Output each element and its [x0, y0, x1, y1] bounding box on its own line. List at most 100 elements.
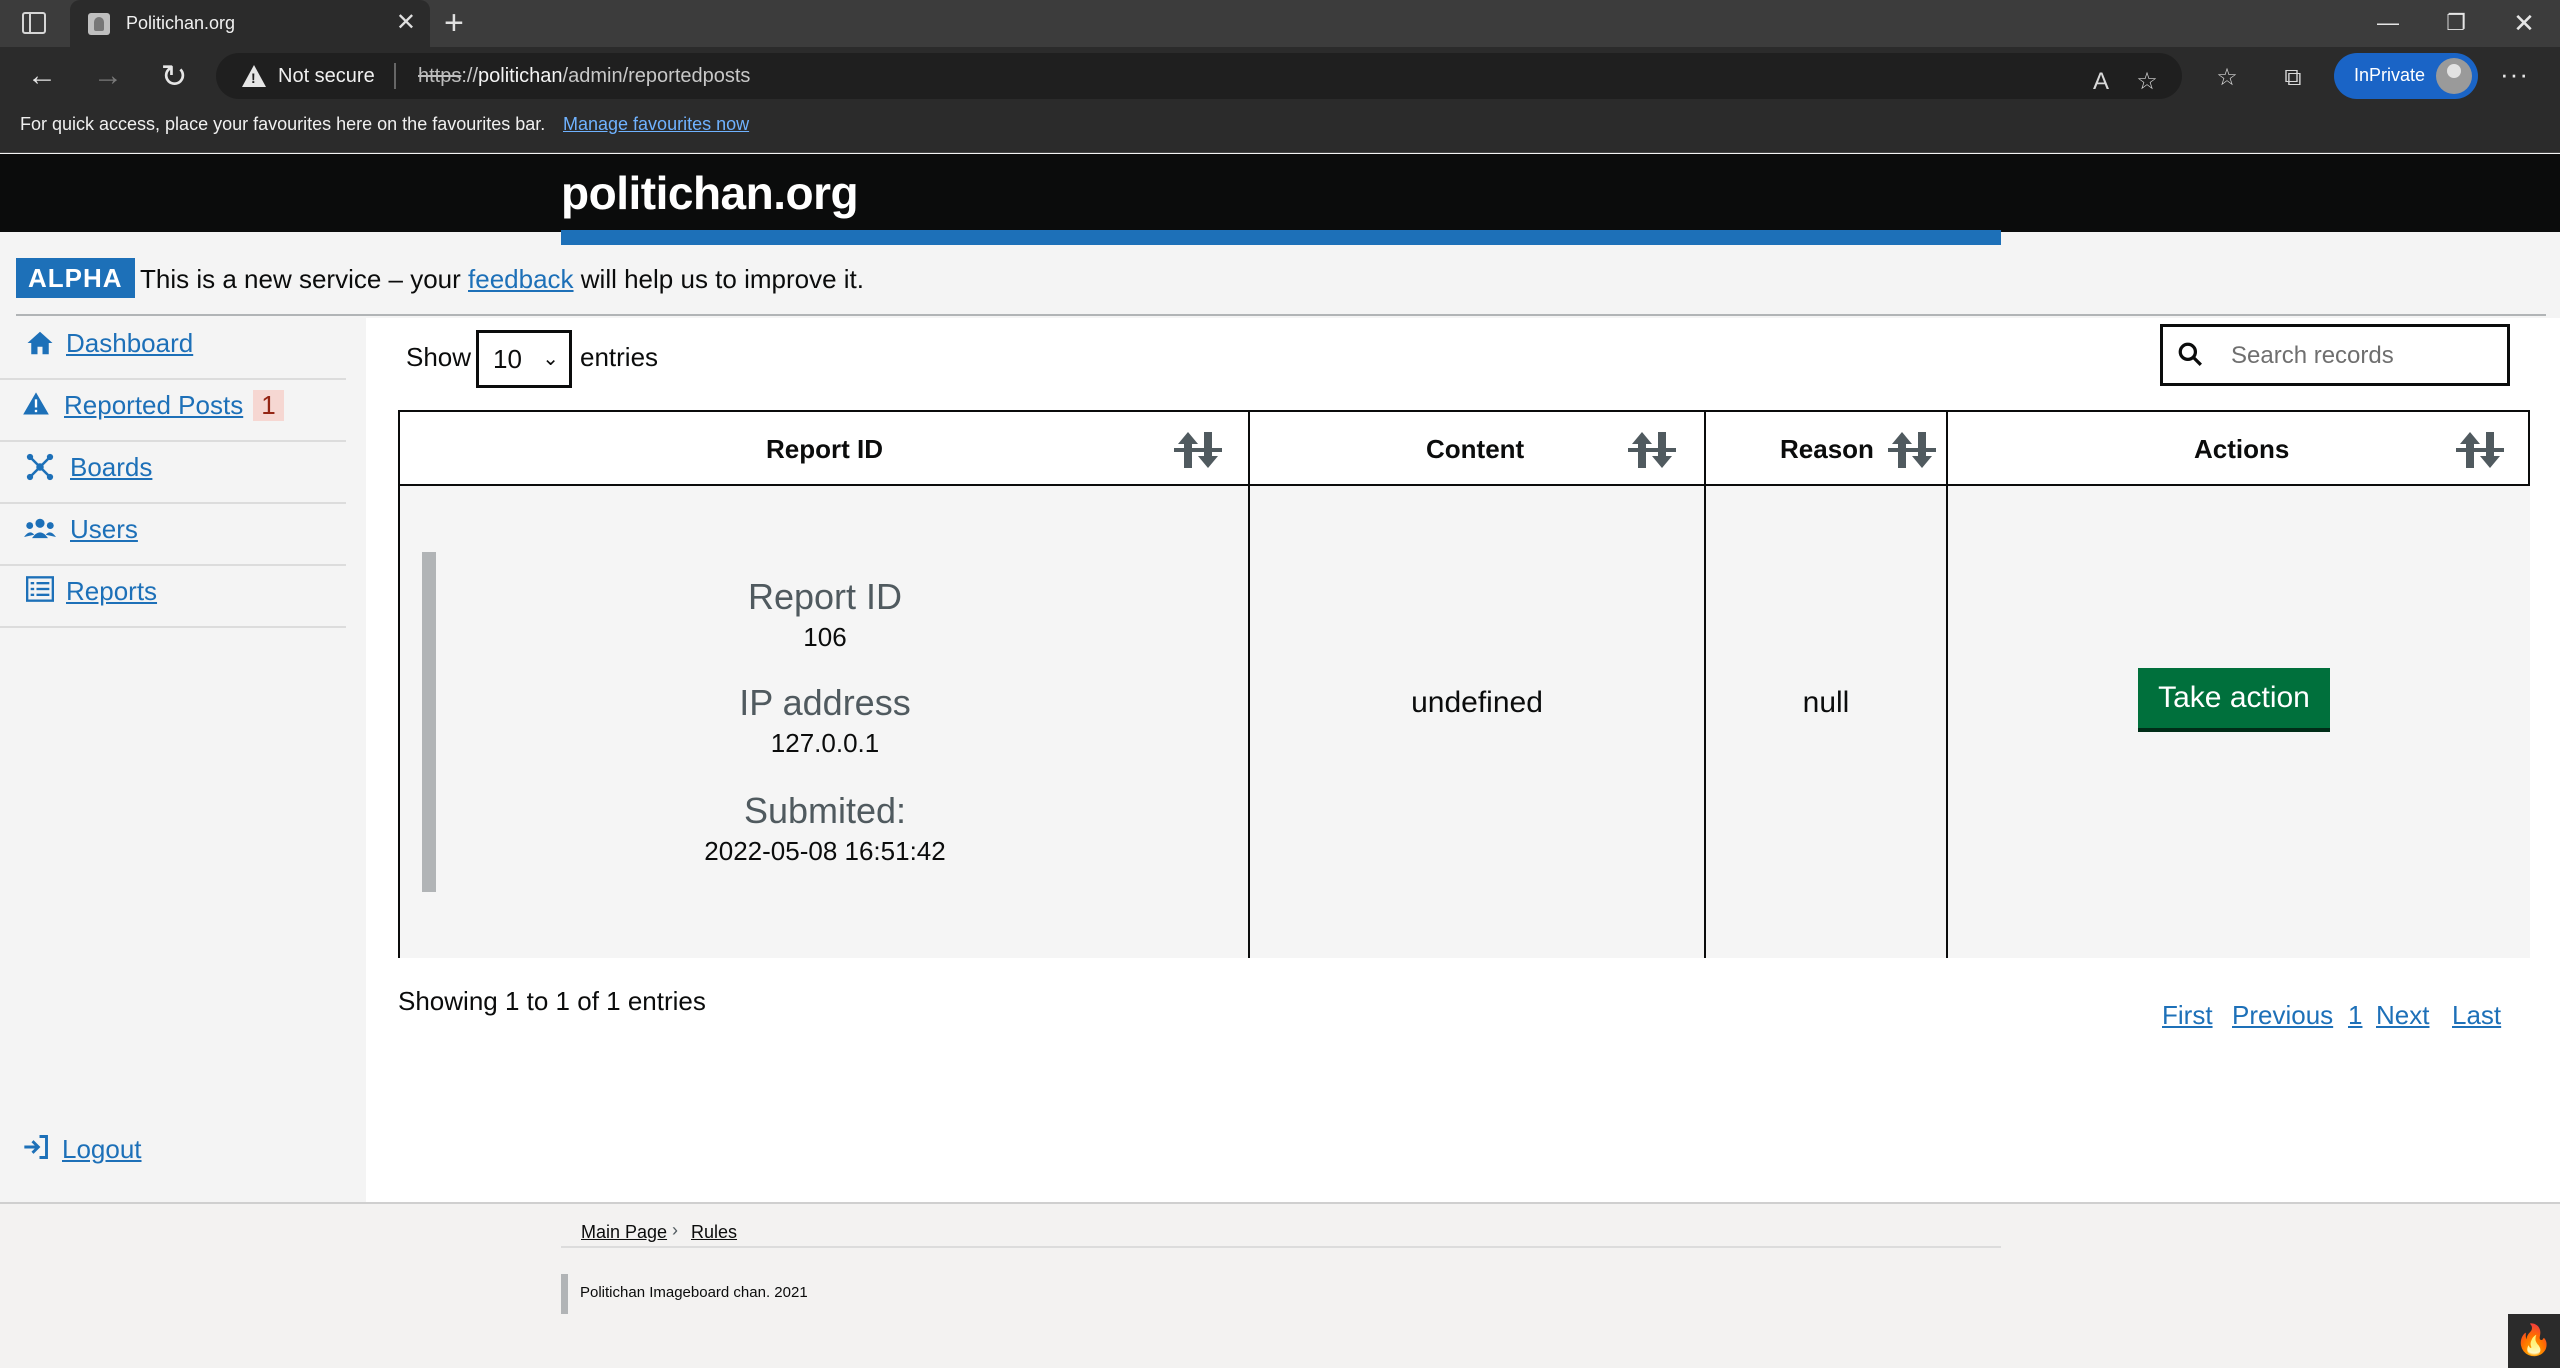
phase-banner: ALPHA This is a new service – your feedb… [16, 258, 2546, 316]
close-window-icon[interactable]: ✕ [2504, 8, 2544, 38]
sidebar-item-label[interactable]: Dashboard [66, 328, 193, 359]
page-size-select[interactable]: 10 ⌄ [476, 330, 572, 388]
sidebar-item-users[interactable]: Users [0, 504, 346, 566]
restore-icon[interactable]: ❐ [2436, 8, 2476, 38]
forward-icon[interactable]: → [88, 57, 128, 95]
reported-posts-table: Report ID Content Reason Actions Report … [398, 410, 2530, 958]
footer-inset-bar [561, 1274, 568, 1314]
search-input[interactable]: Search records [2160, 324, 2510, 386]
sidebar-item-label[interactable]: Reports [66, 576, 157, 607]
ip-address-block: IP address 127.0.0.1 [400, 682, 1250, 759]
column-header-content[interactable]: Content [1250, 412, 1706, 486]
ip-address-value: 127.0.0.1 [770, 728, 880, 758]
sidebar-item-reports[interactable]: Reports [0, 566, 346, 628]
sidebar-item-label[interactable]: Users [70, 514, 138, 545]
sort-icon[interactable] [1170, 422, 1226, 478]
pagination-summary: Showing 1 to 1 of 1 entries [398, 986, 706, 1016]
logout-item[interactable]: Logout [0, 1124, 346, 1174]
admin-sidebar: Dashboard Reported Posts 1 Boards Users R… [0, 318, 366, 1202]
site-logo[interactable]: politichan.org [561, 166, 859, 220]
submitted-block: Submited: 2022-05-08 16:51:42 [400, 790, 1250, 867]
new-tab-icon[interactable]: + [444, 5, 464, 41]
sidebar-item-boards[interactable]: Boards [0, 442, 346, 504]
pagination-previous[interactable]: Previous [2232, 1000, 2333, 1031]
more-options-icon[interactable]: ··· [2500, 59, 2529, 90]
url-text[interactable]: https://politichan/admin/reportedposts [418, 65, 750, 88]
sidebar-item-dashboard[interactable]: Dashboard [0, 318, 346, 380]
sort-icon[interactable] [1884, 422, 1940, 478]
home-icon [24, 328, 56, 360]
collections-icon[interactable]: ⧉ [2276, 63, 2310, 93]
breadcrumb-rules[interactable]: Rules [691, 1222, 737, 1243]
table-cell-report-details: Report ID 106 IP address 127.0.0.1 Submi… [400, 486, 1250, 958]
phase-text: This is a new service – your feedback wi… [140, 264, 864, 294]
report-id-value: 106 [803, 622, 847, 652]
list-icon [24, 576, 56, 608]
address-bar[interactable]: Not secure https://politichan/admin/repo… [216, 53, 2182, 99]
pagination-last[interactable]: Last [2452, 1000, 2501, 1031]
not-secure-label[interactable]: Not secure [278, 65, 375, 88]
breadcrumb-chevron-icon: › [672, 1220, 678, 1240]
logout-link[interactable]: Logout [62, 1134, 142, 1165]
site-header: politichan.org [0, 154, 2560, 232]
column-header-actions[interactable]: Actions [1948, 412, 2530, 486]
table-cell-reason: null [1706, 486, 1948, 958]
pagination-page-1[interactable]: 1 [2348, 1000, 2362, 1031]
sidebar-item-reported-posts[interactable]: Reported Posts 1 [0, 380, 346, 442]
address-divider [394, 63, 396, 89]
browser-tab-bar: Politichan.org ✕ + — ❐ ✕ [0, 0, 2560, 47]
column-header-report-id[interactable]: Report ID [400, 412, 1250, 486]
browser-tab[interactable]: Politichan.org ✕ [70, 0, 430, 47]
inprivate-label: InPrivate [2354, 65, 2426, 85]
footer-copyright: Politichan Imageboard chan. 2021 [580, 1284, 808, 1301]
take-action-button[interactable]: Take action [2138, 668, 2330, 728]
table-cell-content: undefined [1250, 486, 1706, 958]
entries-label: entries [580, 342, 659, 372]
alpha-tag: ALPHA [16, 258, 135, 298]
read-aloud-icon[interactable]: A [2084, 67, 2118, 97]
warning-icon [20, 390, 52, 422]
tab-actions-icon[interactable] [22, 12, 46, 34]
feedback-link[interactable]: feedback [468, 264, 574, 294]
pagination-next[interactable]: Next [2376, 1000, 2429, 1031]
reason-value: null [1802, 686, 1850, 719]
submitted-value: 2022-05-08 16:51:42 [704, 836, 946, 866]
reload-icon[interactable]: ↻ [154, 57, 194, 95]
browser-toolbar: ← → ↻ Not secure https://politichan/admi… [0, 47, 2560, 105]
logout-icon [22, 1134, 50, 1167]
minimize-icon[interactable]: — [2368, 8, 2408, 38]
report-id-label: Report ID [747, 576, 903, 617]
site-favicon-icon [88, 13, 110, 35]
column-header-reason[interactable]: Reason [1706, 412, 1948, 486]
report-id-block: Report ID 106 [400, 576, 1250, 653]
sidebar-item-label[interactable]: Reported Posts 1 [64, 390, 284, 421]
sidebar-item-label[interactable]: Boards [70, 452, 152, 483]
main-content: Show 10 ⌄ entries Search records Report … [366, 318, 2560, 1202]
profile-avatar [2436, 58, 2472, 94]
inprivate-button[interactable]: InPrivate [2334, 53, 2478, 99]
header-accent-bar [561, 230, 2001, 245]
sort-icon[interactable] [1624, 422, 1680, 478]
breadcrumb-main-page[interactable]: Main Page [581, 1222, 667, 1243]
site-footer: Main Page › Rules Politichan Imageboard … [0, 1202, 2560, 1368]
pagination-first[interactable]: First [2162, 1000, 2213, 1031]
show-label: Show [406, 342, 472, 372]
flame-icon[interactable]: 🔥 [2508, 1314, 2560, 1368]
chevron-down-icon: ⌄ [542, 348, 559, 370]
back-icon[interactable]: ← [22, 57, 62, 95]
footer-divider [561, 1246, 2001, 1248]
add-favourite-icon[interactable]: ☆ [2130, 67, 2164, 97]
sort-icon[interactable] [2452, 422, 2508, 478]
boards-icon [24, 452, 56, 484]
search-icon [2178, 342, 2202, 366]
not-secure-warning-icon[interactable] [242, 65, 266, 87]
manage-favourites-link[interactable]: Manage favourites now [563, 114, 749, 135]
tab-title: Politichan.org [126, 13, 236, 33]
favourites-icon[interactable]: ☆ [2210, 63, 2244, 93]
submitted-label: Submited: [743, 790, 907, 831]
reported-count-badge: 1 [253, 390, 284, 421]
ip-address-label: IP address [739, 682, 911, 723]
users-icon [24, 514, 56, 546]
favourites-bar: For quick access, place your favourites … [0, 105, 2560, 153]
tab-close-icon[interactable]: ✕ [396, 9, 416, 37]
